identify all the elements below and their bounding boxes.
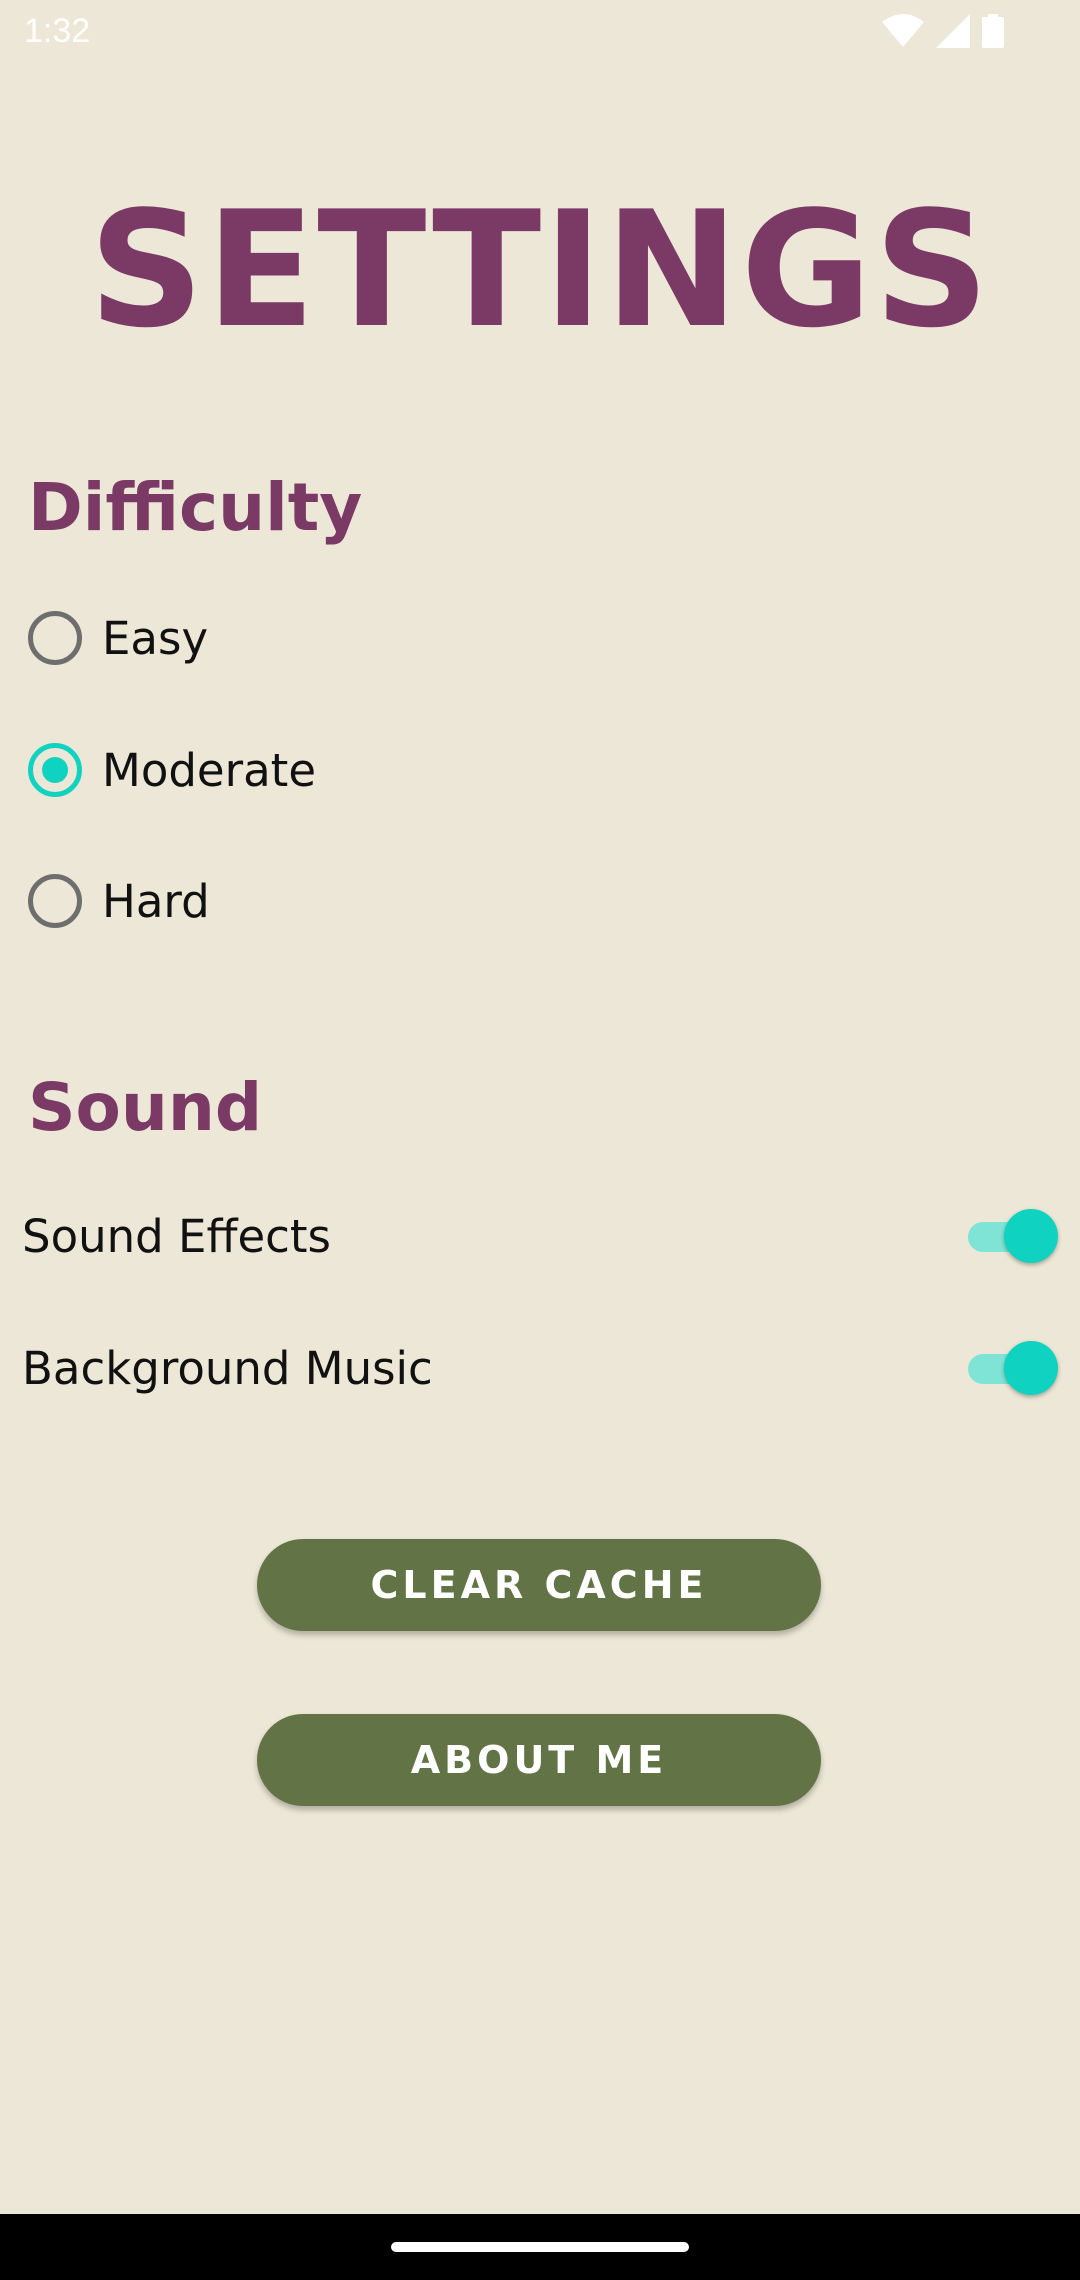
difficulty-heading: Difficulty — [28, 469, 363, 546]
home-indicator[interactable] — [391, 2242, 689, 2252]
radio-checked-icon[interactable] — [28, 743, 82, 797]
sound-effects-label: Sound Effects — [22, 1209, 331, 1263]
radio-hard[interactable]: Hard — [28, 861, 210, 941]
battery-icon — [982, 14, 1004, 48]
radio-label-hard: Hard — [102, 874, 210, 928]
radio-easy[interactable]: Easy — [28, 598, 208, 678]
sound-heading: Sound — [28, 1069, 263, 1146]
background-music-toggle[interactable] — [968, 1338, 1058, 1398]
status-time: 1:32 — [24, 12, 91, 50]
sound-effects-row: Sound Effects — [22, 1196, 1058, 1276]
switch-thumb — [1004, 1209, 1058, 1263]
sound-effects-toggle[interactable] — [968, 1206, 1058, 1266]
background-music-label: Background Music — [22, 1341, 433, 1395]
background-music-row: Background Music — [22, 1328, 1058, 1408]
wifi-icon — [882, 14, 924, 48]
radio-moderate[interactable]: Moderate — [28, 730, 316, 810]
radio-label-moderate: Moderate — [102, 743, 317, 797]
navigation-bar — [0, 2214, 1080, 2280]
about-me-button[interactable]: ABOUT ME — [257, 1714, 821, 1806]
status-icons — [882, 14, 1004, 48]
radio-unchecked-icon[interactable] — [28, 611, 82, 665]
radio-dot — [42, 757, 68, 783]
radio-label-easy: Easy — [102, 611, 209, 665]
signal-icon — [936, 14, 970, 48]
radio-unchecked-icon[interactable] — [28, 874, 82, 928]
clear-cache-button[interactable]: CLEAR CACHE — [257, 1539, 821, 1631]
page-title: SETTINGS — [88, 176, 992, 363]
status-bar: 1:32 — [0, 0, 1080, 66]
switch-thumb — [1004, 1341, 1058, 1395]
